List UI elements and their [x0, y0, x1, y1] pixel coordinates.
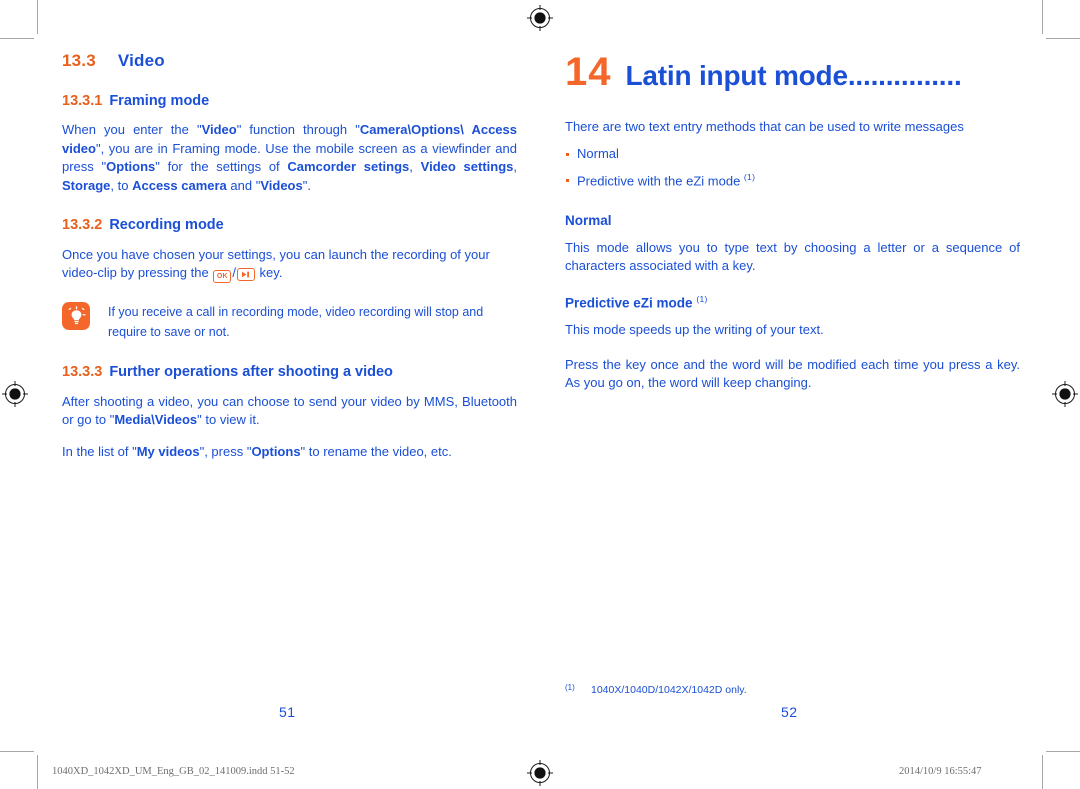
page-number-right: 52 [781, 704, 798, 720]
paragraph-predictive-1: This mode speeds up the writing of your … [565, 322, 824, 338]
heading-normal: Normal [565, 213, 1020, 228]
subsection-heading-framing-mode: 13.3.1 Framing mode [62, 93, 517, 110]
lightbulb-tip-icon [62, 302, 90, 331]
subsection-number: 13.3.3 [62, 364, 103, 381]
subsection-title: Framing mode [109, 92, 210, 109]
footnote-marker: (1) [743, 171, 756, 182]
subsection-title: Recording mode [109, 217, 224, 234]
key-separator: / [232, 265, 236, 281]
heading-predictive-label: Predictive eZi mode [565, 295, 693, 311]
paragraph-predictive-2: Press the key once and the word will be … [565, 356, 1020, 390]
subsection-number: 13.3.2 [62, 217, 103, 234]
page-spread: 13.3 Video 13.3.1 Framing mode When you en… [0, 0, 1080, 789]
left-page-column: 13.3 Video 13.3.1 Framing mode When you en… [62, 51, 517, 474]
print-footer-timestamp: 2014/10/9 16:55:47 [899, 766, 982, 777]
section-heading: 13.3 Video [62, 51, 517, 71]
paragraph-normal: This mode allows you to type text by cho… [565, 239, 1020, 274]
page-number-left: 51 [279, 704, 296, 720]
ok-key-icon: OK [213, 270, 232, 284]
heading-predictive-ezi-mode: Predictive eZi mode (1) [565, 294, 1020, 311]
print-footer-filename: 1040XD_1042XD_UM_Eng_GB_02_141009.indd 5… [52, 766, 295, 777]
paragraph-further-operations-1: After shooting a video, you can choose t… [62, 393, 517, 428]
chapter-number: 14 [565, 50, 612, 94]
paragraph-further-operations-2: In the list of "My videos", press "Optio… [62, 443, 452, 459]
section-number: 13.3 [62, 51, 96, 70]
subsection-title: Further operations after shooting a vide… [109, 364, 393, 381]
section-title: Video [117, 51, 165, 70]
chapter-heading: 14 Latin input mode............... [565, 52, 1020, 92]
chapter-title: Latin input mode............... [625, 60, 962, 91]
tip-text: If you receive a call in recording mode,… [108, 305, 484, 339]
right-page-column: 14 Latin input mode............... There … [565, 52, 1020, 405]
paragraph-intro: There are two text entry methods that ca… [565, 119, 964, 134]
paragraph-recording-mode: Once you have chosen your settings, you … [62, 246, 517, 284]
tip-callout: If you receive a call in recording mode,… [62, 302, 517, 342]
paragraph-framing-mode: When you enter the "Video" function thro… [62, 122, 517, 193]
footnote-marker: (1) [565, 683, 575, 692]
list-item: Predictive with the eZi mode (1) [565, 171, 1020, 191]
subsection-number: 13.3.1 [62, 92, 103, 109]
entry-method-list: Normal Predictive with the eZi mode (1) [565, 145, 1020, 190]
footnote-marker: (1) [696, 293, 708, 304]
subsection-heading-recording-mode: 13.3.2 Recording mode [62, 217, 517, 234]
record-key-icon [236, 268, 255, 282]
bullet-label: Predictive with the eZi mode [577, 173, 741, 189]
page-footnote: (1) 1040X/1040D/1042X/1042D only. [565, 683, 1015, 698]
bullet-label: Normal [577, 146, 619, 162]
footnote-text: 1040X/1040D/1042X/1042D only. [591, 684, 747, 696]
list-item: Normal [565, 145, 1020, 163]
heading-normal-label: Normal [565, 212, 612, 228]
subsection-heading-further-operations: 13.3.3 Further operations after shooting … [62, 364, 517, 381]
